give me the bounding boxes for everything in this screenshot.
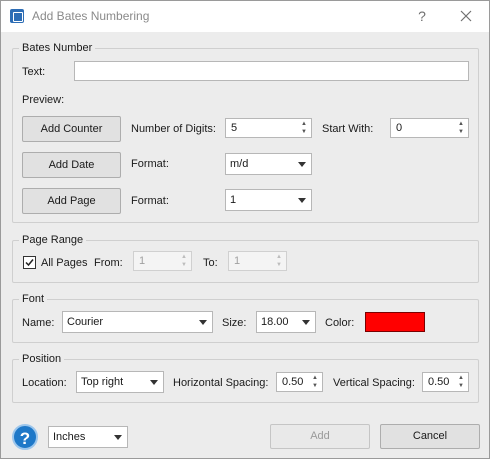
vertical-spacing-spinner[interactable]: 0.50 ▲ ▼ [422,372,469,392]
location-dropdown[interactable]: Top right [76,371,164,393]
from-label: From: [94,257,123,269]
start-with-value: 0 [396,122,403,134]
title-help-button[interactable]: ? [412,7,432,25]
page-range-group-title: Page Range [19,234,87,246]
help-button[interactable]: ? [12,424,38,450]
font-size-value: 18.00 [261,316,289,328]
spin-arrows-icon[interactable]: ▲ ▼ [457,374,465,390]
close-icon [460,10,472,22]
bates-number-group-title: Bates Number [19,42,96,54]
horizontal-spacing-value: 0.50 [282,376,304,388]
window-title: Add Bates Numbering [32,9,150,23]
start-with-spinner[interactable]: 0 ▲ ▼ [390,118,469,138]
all-pages-checkbox[interactable] [23,256,36,269]
to-label: To: [203,257,218,269]
chevron-down-icon [298,162,306,167]
location-label: Location: [22,377,67,389]
to-value: 1 [234,255,241,267]
title-bar: Add Bates Numbering ? [1,1,489,32]
text-label: Text: [22,66,46,78]
units-value: Inches [53,431,86,443]
spin-arrows-icon[interactable]: ▲ ▼ [180,253,188,269]
preview-label: Preview: [22,94,65,106]
date-format-label: Format: [131,158,169,170]
font-size-dropdown[interactable]: 18.00 [256,311,316,333]
page-format-label: Format: [131,195,169,207]
chevron-down-icon [298,198,306,203]
bates-app-icon [10,9,24,23]
page-format-dropdown[interactable]: 1 [225,189,312,211]
all-pages-label: All Pages [41,257,88,269]
add-button[interactable]: Add [270,424,370,449]
font-name-label: Name: [22,317,55,329]
checkmark-icon [25,259,34,267]
horizontal-spacing-label: Horizontal Spacing: [173,377,269,389]
add-bates-numbering-dialog: Add Bates Numbering ? Bates Number Text:… [0,0,490,459]
bates-text-input[interactable] [74,61,469,81]
add-counter-button[interactable]: Add Counter [22,116,121,142]
font-name-value: Courier [67,316,104,328]
number-of-digits-label: Number of Digits: [131,123,216,135]
to-spinner[interactable]: 1 ▲ ▼ [228,251,287,271]
vertical-spacing-label: Vertical Spacing: [333,377,415,389]
chevron-down-icon [150,380,158,385]
add-date-button[interactable]: Add Date [22,152,121,178]
cancel-button[interactable]: Cancel [380,424,480,449]
number-of-digits-spinner[interactable]: 5 ▲ ▼ [225,118,312,138]
vertical-spacing-value: 0.50 [428,376,450,388]
spin-arrows-icon[interactable]: ▲ ▼ [300,120,308,136]
date-format-dropdown[interactable]: m/d [225,153,312,175]
position-group-title: Position [19,353,65,365]
font-color-label: Color: [325,317,355,329]
font-color-swatch[interactable] [365,312,425,332]
chevron-down-icon [114,435,122,440]
date-format-value: m/d [230,158,249,170]
number-of-digits-value: 5 [231,122,238,134]
font-name-dropdown[interactable]: Courier [62,311,213,333]
start-with-label: Start With: [322,123,374,135]
add-page-button[interactable]: Add Page [22,188,121,214]
page-format-value: 1 [230,194,237,206]
from-spinner[interactable]: 1 ▲ ▼ [133,251,192,271]
spin-arrows-icon[interactable]: ▲ ▼ [457,120,465,136]
close-button[interactable] [456,7,476,25]
chevron-down-icon [199,320,207,325]
font-size-label: Size: [222,317,247,329]
location-value: Top right [81,376,124,388]
chevron-down-icon [302,320,310,325]
units-dropdown[interactable]: Inches [48,426,128,448]
horizontal-spacing-spinner[interactable]: 0.50 ▲ ▼ [276,372,323,392]
spin-arrows-icon[interactable]: ▲ ▼ [311,374,319,390]
from-value: 1 [139,255,146,267]
spin-arrows-icon[interactable]: ▲ ▼ [275,253,283,269]
font-group-title: Font [19,293,48,305]
